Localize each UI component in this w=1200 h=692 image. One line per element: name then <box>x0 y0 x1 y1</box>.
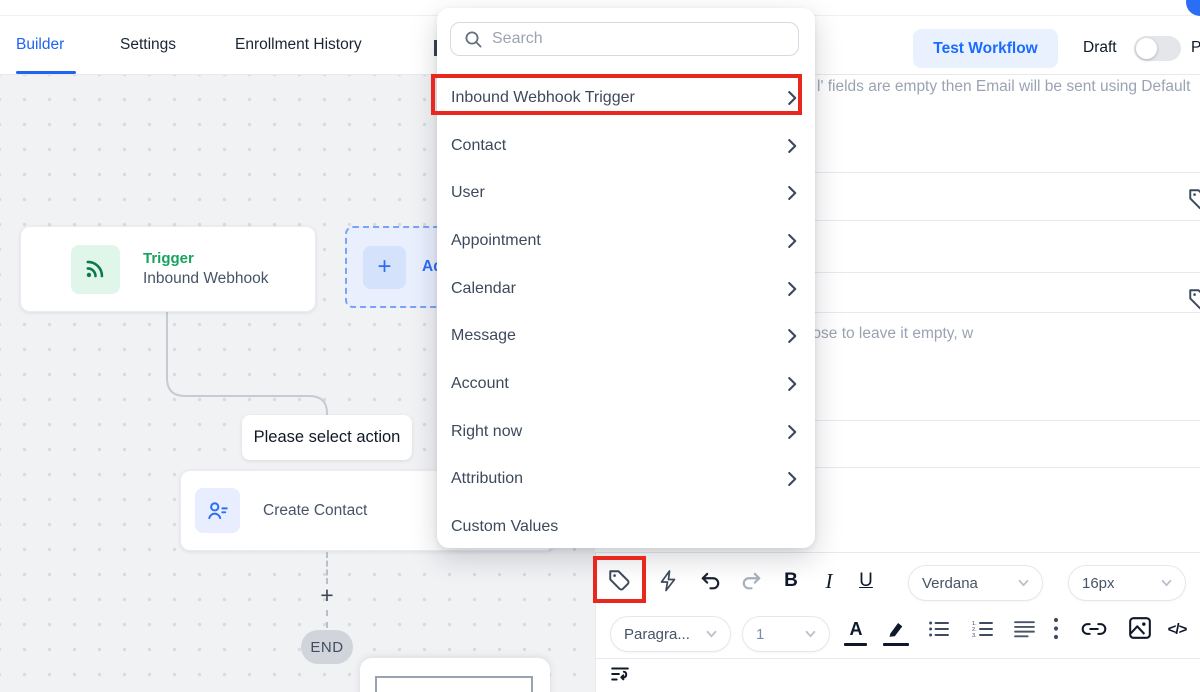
bullet-list-icon[interactable] <box>925 617 953 641</box>
menu-item-appointment[interactable]: Appointment <box>437 217 815 265</box>
field-hint-top: l' fields are empty then Email will be s… <box>817 78 1190 96</box>
add-step-plus-button[interactable]: + <box>317 582 337 609</box>
inbound-webhook-icon <box>71 245 120 294</box>
zap-icon[interactable] <box>655 566 683 596</box>
font-family-value: Verdana <box>922 575 1018 592</box>
chevron-down-icon <box>1018 579 1029 587</box>
trigger-card-subtitle: Inbound Webhook <box>143 270 269 288</box>
underline-button[interactable]: U <box>853 567 879 595</box>
menu-item-inbound-webhook-trigger[interactable]: Inbound Webhook Trigger <box>437 74 815 122</box>
menu-item-contact[interactable]: Contact <box>437 122 815 170</box>
dashed-connector <box>326 552 328 584</box>
more-vertical-icon[interactable] <box>1048 616 1064 642</box>
chevron-right-icon <box>788 186 797 200</box>
chevron-down-icon <box>1161 579 1172 587</box>
field-divider <box>595 552 1200 553</box>
editor-left-border <box>595 552 596 692</box>
clipped-popup-card <box>360 658 550 692</box>
select-action-label: Please select action <box>242 415 412 460</box>
line-height-select[interactable]: 1 <box>742 616 830 652</box>
draft-status-label: Draft <box>1083 39 1117 57</box>
chevron-right-icon <box>788 139 797 153</box>
clipped-blue-button[interactable] <box>1186 0 1200 16</box>
contact-icon <box>195 488 240 533</box>
text-color-underline <box>844 643 867 646</box>
paragraph-style-value: Paragra... <box>624 626 706 643</box>
test-workflow-button[interactable]: Test Workflow <box>913 29 1058 68</box>
text-color-icon[interactable]: A <box>843 617 869 641</box>
chevron-right-icon <box>788 234 797 248</box>
search-box[interactable] <box>450 22 799 56</box>
tag-icon[interactable] <box>1187 287 1200 318</box>
font-family-select[interactable]: Verdana <box>908 565 1043 601</box>
menu-item-right-now[interactable]: Right now <box>437 408 815 456</box>
chevron-right-icon <box>788 472 797 486</box>
redo-icon[interactable] <box>737 567 765 595</box>
font-size-value: 16px <box>1082 575 1161 592</box>
dashed-connector <box>326 610 328 628</box>
highlight-underline <box>883 643 909 646</box>
chevron-right-icon <box>788 91 797 105</box>
editor-divider <box>595 658 1200 659</box>
chevron-down-icon <box>706 630 717 638</box>
chevron-right-icon <box>788 282 797 296</box>
end-node: END <box>301 630 353 664</box>
menu-item-list: Inbound Webhook Trigger Contact User App… <box>437 74 815 548</box>
menu-item-message[interactable]: Message <box>437 312 815 360</box>
undo-icon[interactable] <box>697 567 725 595</box>
image-icon[interactable] <box>1125 615 1155 641</box>
wrap-text-icon[interactable] <box>607 662 633 686</box>
highlight-icon[interactable] <box>883 615 911 641</box>
toggle-knob <box>1136 38 1157 59</box>
create-contact-label: Create Contact <box>263 502 367 520</box>
bold-button[interactable]: B <box>778 567 804 595</box>
chevron-right-icon <box>788 377 797 391</box>
menu-item-calendar[interactable]: Calendar <box>437 265 815 313</box>
workflow-builder-page: Builder Settings Enrollment History Test… <box>0 0 1200 692</box>
menu-item-account[interactable]: Account <box>437 360 815 408</box>
trigger-node-card[interactable]: Trigger Inbound Webhook <box>20 226 316 312</box>
chevron-right-icon <box>788 425 797 439</box>
clipped-popup-field <box>375 676 533 692</box>
search-input[interactable] <box>492 30 798 48</box>
link-icon[interactable] <box>1078 617 1110 641</box>
menu-item-attribution[interactable]: Attribution <box>437 456 815 504</box>
ordered-list-icon[interactable]: 1. 2. 3. <box>969 617 997 641</box>
line-height-value: 1 <box>756 626 805 643</box>
search-icon <box>464 30 483 49</box>
chevron-right-icon <box>788 329 797 343</box>
paragraph-style-select[interactable]: Paragra... <box>610 616 731 652</box>
publish-label-clipped: Pu <box>1191 39 1200 57</box>
svg-text:3.: 3. <box>972 633 977 639</box>
publish-toggle[interactable] <box>1134 36 1181 61</box>
action-picker-menu: Inbound Webhook Trigger Contact User App… <box>437 8 815 548</box>
align-left-icon[interactable] <box>1011 617 1037 641</box>
tab-enrollment-history[interactable]: Enrollment History <box>235 36 362 54</box>
italic-button[interactable]: I <box>817 567 841 595</box>
font-size-select[interactable]: 16px <box>1068 565 1186 601</box>
code-icon[interactable]: </> <box>1161 618 1193 640</box>
tag-icon[interactable] <box>1187 187 1200 218</box>
active-tab-underline <box>16 71 76 74</box>
tab-builder[interactable]: Builder <box>16 36 64 54</box>
menu-item-custom-values[interactable]: Custom Values <box>437 503 815 548</box>
tab-settings[interactable]: Settings <box>120 36 176 54</box>
plus-icon: + <box>363 246 406 289</box>
trigger-card-title: Trigger <box>143 250 269 267</box>
tag-icon[interactable] <box>605 566 635 596</box>
menu-item-user[interactable]: User <box>437 169 815 217</box>
chevron-down-icon <box>805 630 816 638</box>
